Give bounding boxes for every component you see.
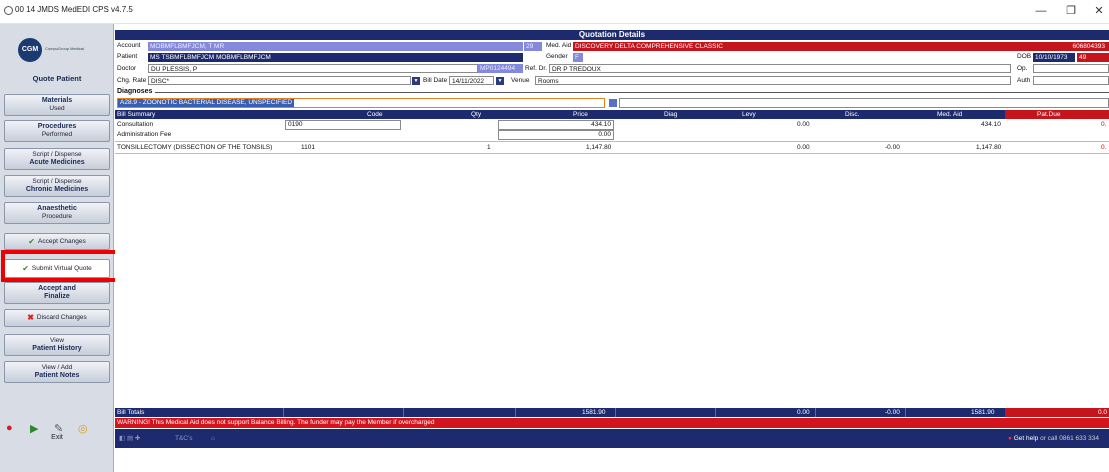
account-number: 29 [524, 42, 542, 51]
procedures-performed-button[interactable]: Procedures Performed [4, 120, 110, 142]
diagnosis-selector[interactable] [609, 99, 617, 107]
script-acute-button[interactable]: Script / Dispense Acute Medicines [4, 148, 110, 170]
section-title: Quote Patient [32, 74, 82, 83]
divider [115, 153, 1109, 154]
maximize-button[interactable]: ❐ [1061, 3, 1081, 19]
home-icon[interactable]: ⌂ [211, 429, 215, 449]
bill-date-field[interactable]: 14/11/2022 [449, 76, 494, 85]
price-field[interactable]: 434.10 [498, 120, 614, 130]
view-patient-history-button[interactable]: View Patient History [4, 334, 110, 356]
gender-label: Gender [546, 53, 568, 60]
op-field[interactable] [1033, 64, 1109, 73]
chg-rate-label: Chg. Rate [117, 77, 147, 84]
code-field[interactable]: 0190 [285, 120, 401, 130]
chevron-down-icon[interactable]: ▼ [496, 77, 504, 85]
script-chronic-button[interactable]: Script / Dispense Chronic Medicines [4, 175, 110, 197]
dob-field: 10/10/1973 [1033, 53, 1075, 62]
highlight-box [1, 250, 123, 282]
med-aid-number: 606804393 [1053, 42, 1109, 51]
view-patient-notes-button[interactable]: View / Add Patient Notes [4, 361, 110, 383]
chevron-down-icon[interactable]: ▼ [412, 77, 420, 85]
age-field: 49 [1077, 53, 1109, 62]
doctor-code: MP0124494 [478, 64, 523, 73]
help-icon: ● [1007, 435, 1012, 442]
patient-label: Patient [117, 53, 138, 60]
get-help-link[interactable]: ● Get help or call 0861 633 334 [1008, 429, 1099, 449]
table-row[interactable]: Consultation 0190 434.10 0.00 434.10 0. [115, 120, 1109, 130]
venue-label: Venue [511, 77, 530, 84]
discard-icon: ✖ [27, 313, 34, 322]
discard-changes-button[interactable]: ✖ Discard Changes [4, 309, 110, 327]
terms-link[interactable]: T&C's [175, 429, 193, 449]
gender-field: F [573, 53, 583, 62]
accept-finalize-button[interactable]: Accept and Finalize [4, 282, 110, 304]
doctor-field[interactable]: DU PLESSIS, P [148, 64, 478, 73]
diagnosis-field[interactable]: A28.9 - ZOONOTIC BACTERIAL DISEASE, UNSP… [117, 98, 605, 108]
patient-field[interactable]: MS TSBMFLBMFJCM MOBMFLBMFJCM [148, 53, 523, 62]
bill-totals: Bill Totals 1581.90 0.00 -0.00 1581.90 0… [115, 408, 1109, 417]
page-title: Quotation Details [115, 30, 1109, 40]
auth-label: Auth [1017, 77, 1031, 84]
account-label: Account [117, 42, 141, 49]
account-field[interactable]: MOBMFLBMFJCM, T MR [148, 42, 523, 51]
dob-label: DOB [1017, 53, 1032, 60]
quotation-panel: Quotation Details Account MOBMFLBMFJCM, … [115, 24, 1109, 472]
divider [115, 141, 1109, 142]
anaesthetic-button[interactable]: Anaesthetic Procedure [4, 202, 110, 224]
table-row[interactable]: Administration Fee 0.00 [115, 130, 1109, 140]
checkmark-icon: ✔ [28, 236, 35, 246]
window-title: 00 14 JMDS MedEDI CPS v4.7.5 [15, 5, 133, 14]
chg-rate-select[interactable]: DISC* [148, 76, 411, 85]
med-aid-field[interactable]: DISCOVERY DELTA COMPREHENSIVE CLASSIC [573, 42, 1053, 51]
price-field[interactable]: 0.00 [498, 130, 614, 140]
status-bar: ◧ ▤ ✚ T&C's ⌂ ● Get help or call 0861 63… [115, 429, 1109, 448]
exit-button[interactable]: Exit [4, 430, 110, 446]
bill-date-label: Bill Date [423, 77, 448, 84]
med-aid-label: Med. Aid [546, 42, 572, 49]
sidebar: CGM CompuGroup Medical Quote Patient Mat… [0, 24, 123, 472]
accept-changes-button[interactable]: ✔ Accept Changes [4, 233, 110, 250]
ref-dr-field[interactable]: DR P TREDOUX [549, 64, 1011, 73]
app-icon [4, 6, 13, 15]
cgm-logo: CGM CompuGroup Medical [18, 38, 96, 62]
divider [155, 92, 1109, 93]
diagnosis-field-2[interactable] [619, 98, 1109, 108]
title-bar: 00 14 JMDS MedEDI CPS v4.7.5 — ❐ ✕ [0, 0, 1109, 24]
balance-billing-warning: WARNING! This Medical Aid does not suppo… [115, 418, 1109, 428]
auth-field[interactable] [1033, 76, 1109, 85]
materials-used-button[interactable]: Materials Used [4, 94, 110, 116]
ref-dr-label: Ref. Dr. [525, 65, 548, 72]
close-button[interactable]: ✕ [1089, 3, 1109, 19]
bill-table-header: Bill Summary Code Qty Price Diag Levy Di… [115, 110, 1109, 119]
op-label: Op. [1017, 65, 1028, 72]
table-row[interactable]: TONSILLECTOMY (DISSECTION OF THE TONSILS… [115, 143, 1109, 153]
venue-field[interactable]: Rooms [535, 76, 1011, 85]
minimize-button[interactable]: — [1031, 3, 1051, 19]
footer-icons[interactable]: ◧ ▤ ✚ [119, 429, 140, 449]
doctor-label: Doctor [117, 65, 137, 72]
diagnoses-label: Diagnoses [117, 88, 153, 95]
